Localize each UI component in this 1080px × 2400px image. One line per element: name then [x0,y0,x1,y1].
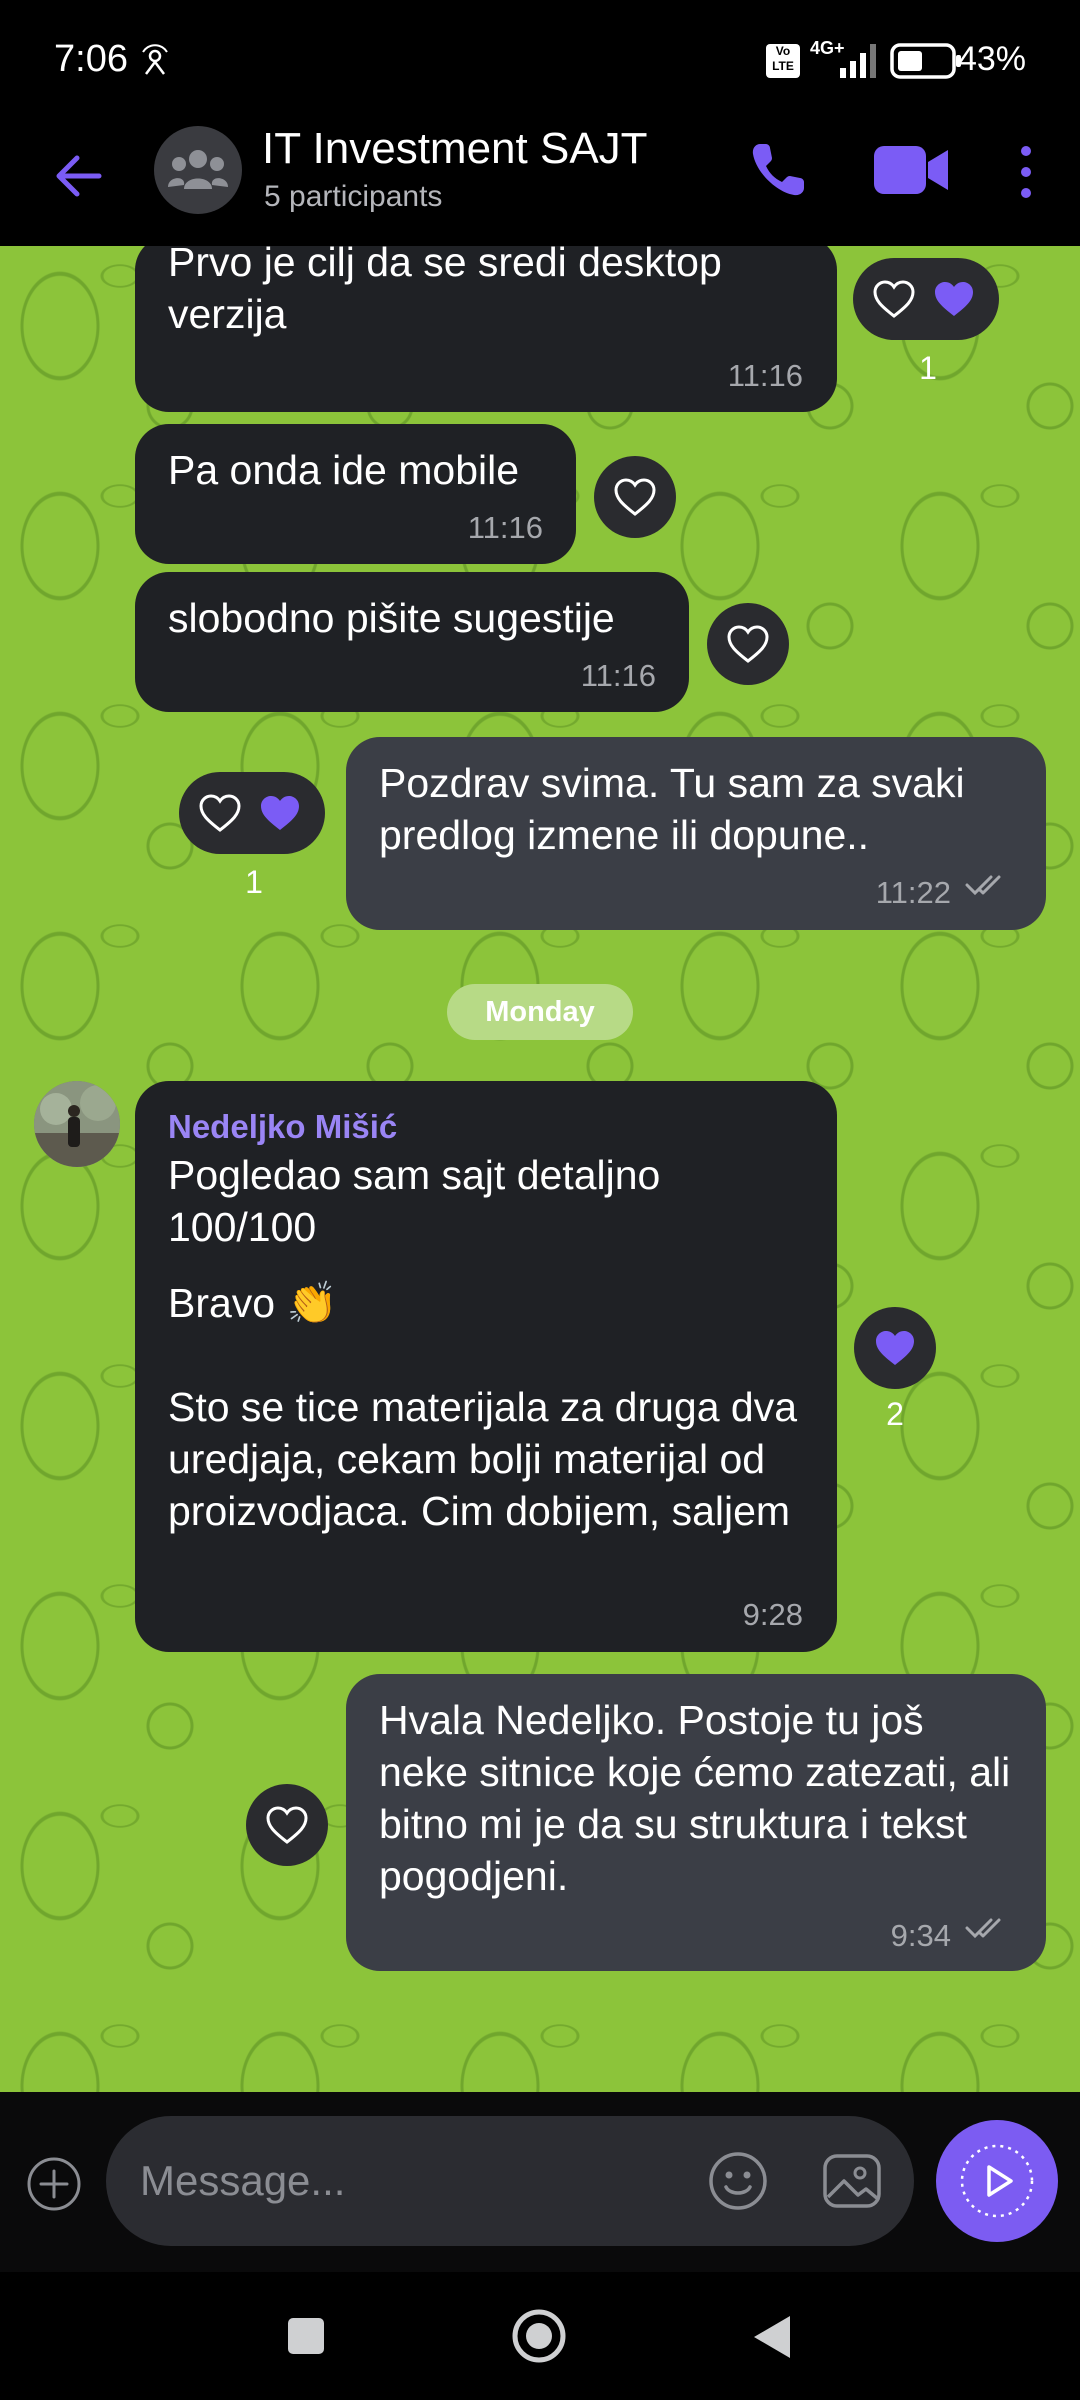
reaction-bar[interactable] [594,456,676,538]
circle-icon[interactable] [511,2308,567,2364]
reaction-count: 1 [245,864,263,900]
image-icon[interactable] [820,2149,884,2213]
square-icon[interactable] [286,2316,326,2356]
message-bubble-outgoing[interactable]: Pozdrav svima. Tu sam za svaki predlog i… [346,737,1046,930]
group-icon [168,150,228,189]
system-nav-bar [0,2272,1080,2400]
signal-icon [840,44,876,78]
send-button[interactable] [936,2120,1058,2242]
message-text: Bravo 👏 [168,1280,338,1326]
plus-circle-icon[interactable] [26,2156,82,2212]
message-field[interactable] [106,2116,914,2246]
volte-icon: Vo LTE [766,44,800,78]
heart-filled-icon[interactable] [872,1327,918,1369]
dot [1021,167,1031,177]
reaction-count: 1 [919,350,937,386]
sender-name: Nedeljko Mišić [168,1108,398,1145]
message-time: 9:34 [890,1918,951,1953]
reaction-count: 2 [886,1396,904,1432]
message-time: 11:16 [727,358,803,393]
heart-filled-icon[interactable] [257,792,303,834]
message-time: 11:16 [580,658,656,693]
reaction-bar[interactable] [854,1307,936,1389]
dot [1021,146,1031,156]
chat-messages[interactable]: Prvo je cilj da se sredi desktop verzija… [0,246,1080,2092]
reaction-bar[interactable] [707,603,789,685]
message-text: Pa onda ide mobile [168,447,520,493]
message-bubble-incoming[interactable]: Nedeljko Mišić Pogledao sam sajt detaljn… [135,1081,837,1652]
heart-outline-icon[interactable] [197,792,243,834]
heart-filled-icon[interactable] [931,278,977,320]
group-avatar[interactable] [154,126,242,214]
heart-outline-icon[interactable] [612,476,658,518]
phone-icon[interactable] [746,138,810,202]
smiley-icon[interactable] [706,2149,770,2213]
back-button[interactable] [46,144,110,208]
message-text: Hvala Nedeljko. Postoje tu još neke sitn… [379,1697,1011,1899]
message-bubble-incoming[interactable]: Pa onda ide mobile 11:16 [135,424,576,564]
message-time: 11:16 [467,510,543,545]
heart-outline-icon[interactable] [264,1804,310,1846]
more-options-button[interactable] [1004,140,1048,204]
read-ticks-icon [965,875,1001,896]
reaction-bar[interactable] [853,258,999,340]
status-bar: 7:06 Vo LTE 4G+ 43% [0,0,1080,122]
message-time: 9:28 [742,1597,803,1632]
message-composer [0,2092,1080,2272]
participants-count[interactable]: 5 participants [264,180,442,214]
hotspot-icon [142,44,168,75]
message-bubble-incoming[interactable]: Prvo je cilj da se sredi desktop verzija… [135,246,837,412]
heart-outline-icon[interactable] [725,623,771,665]
battery-icon [890,43,961,79]
message-bubble-outgoing[interactable]: Hvala Nedeljko. Postoje tu još neke sitn… [346,1674,1046,1971]
message-text: Pozdrav svima. Tu sam za svaki predlog i… [379,760,965,858]
battery-percent: 43% [957,40,1026,78]
triangle-back-icon[interactable] [752,2314,792,2360]
message-text: slobodno pišite sugestije [168,595,615,641]
sender-avatar[interactable] [34,1081,120,1167]
read-ticks-icon [965,1918,1001,1939]
arrow-left-icon [56,155,102,197]
message-time: 11:22 [875,875,951,910]
message-input[interactable] [140,2116,660,2246]
heart-outline-icon[interactable] [871,278,917,320]
video-camera-icon[interactable] [872,142,952,198]
reaction-bar[interactable] [246,1784,328,1866]
message-bubble-incoming[interactable]: slobodno pišite sugestije 11:16 [135,572,689,712]
avatar-photo [34,1081,120,1167]
chat-title[interactable]: IT Investment SAJT [262,124,648,174]
chat-header: IT Investment SAJT 5 participants [0,122,1080,246]
dot [1021,188,1031,198]
message-text: Prvo je cilj da se sredi desktop verzija [168,246,722,337]
message-text: Pogledao sam sajt detaljno 100/100 [168,1152,661,1250]
message-text: Sto se tice materijala za druga dva ured… [168,1384,797,1534]
play-circle-icon [960,2144,1034,2218]
clock: 7:06 [54,38,128,80]
reaction-bar[interactable] [179,772,325,854]
day-separator: Monday [447,984,633,1040]
